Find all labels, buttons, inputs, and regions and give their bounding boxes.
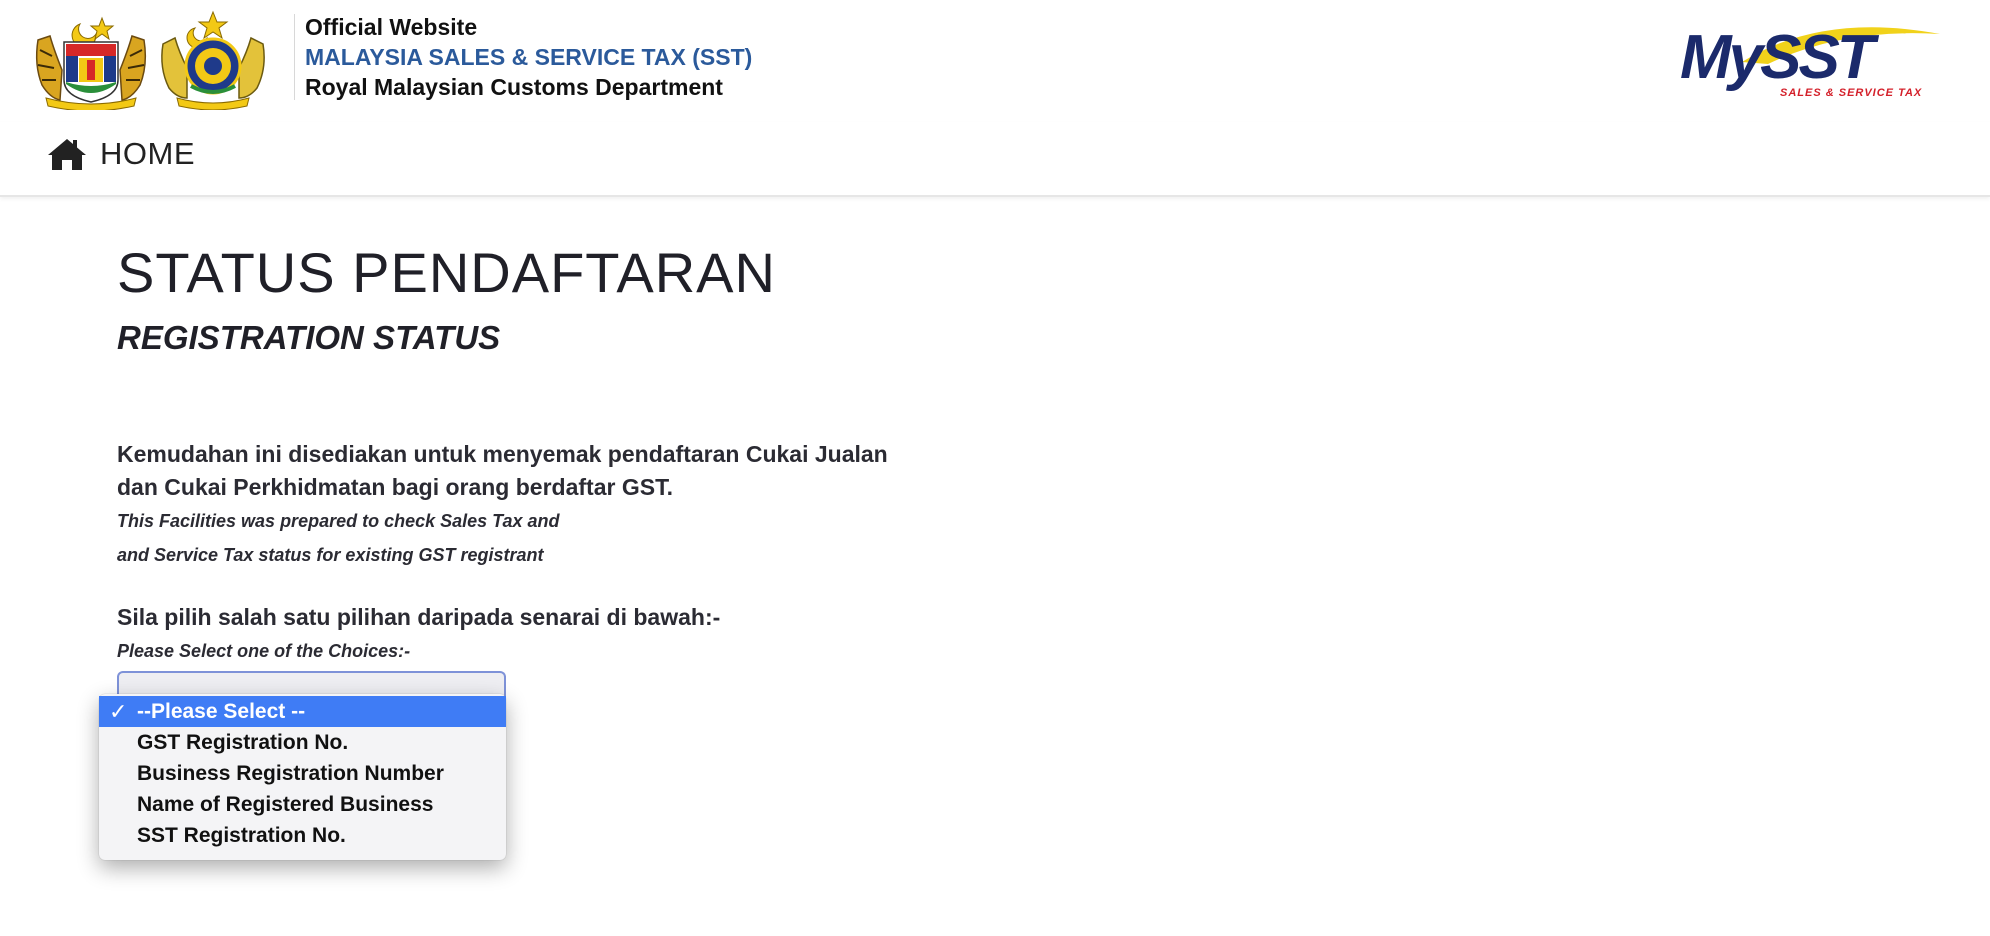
main-content: STATUS PENDAFTARAN REGISTRATION STATUS K… (117, 238, 1017, 668)
dropdown-option-label: --Please Select -- (137, 700, 306, 723)
dropdown-option-label: Name of Registered Business (137, 793, 434, 816)
description-english-line1: This Facilities was prepared to check Sa… (117, 511, 560, 531)
search-type-dropdown-list: ✓ --Please Select -- GST Registration No… (99, 694, 506, 860)
dropdown-option-please-select[interactable]: ✓ --Please Select -- (99, 696, 506, 727)
dropdown-option-sst-registration-no[interactable]: SST Registration No. (99, 820, 506, 851)
checkmark-icon: ✓ (109, 699, 128, 724)
page-subtitle: REGISTRATION STATUS (117, 319, 501, 356)
main-nav: HOME (0, 122, 1990, 197)
page-title: STATUS PENDAFTARAN (117, 241, 776, 304)
header-title-block: Official Website MALAYSIA SALES & SERVIC… (305, 12, 752, 102)
nav-home-label: HOME (100, 136, 195, 171)
header-department: Royal Malaysian Customs Department (305, 74, 723, 100)
dropdown-option-label: SST Registration No. (137, 824, 346, 847)
header-site-name: MALAYSIA SALES & SERVICE TAX (SST) (305, 44, 753, 70)
select-prompt-english: Please Select one of the Choices:- (117, 641, 411, 661)
customs-crest-icon (161, 10, 265, 110)
select-prompt-malay: Sila pilih salah satu pilihan daripada s… (117, 604, 721, 630)
dropdown-option-label: GST Registration No. (137, 731, 349, 754)
mysst-logo[interactable]: MySST SALES & SERVICE TAX (1672, 18, 1952, 100)
nav-home-link[interactable]: HOME (46, 136, 195, 172)
header-divider (294, 14, 295, 100)
mysst-logo-wordmark: MySST (1680, 23, 1880, 92)
malaysia-coat-of-arms-icon (35, 16, 147, 110)
dropdown-option-name-of-registered-business[interactable]: Name of Registered Business (99, 789, 506, 820)
mysst-logo-tagline: SALES & SERVICE TAX (1780, 87, 1922, 99)
dropdown-option-gst-registration-no[interactable]: GST Registration No. (99, 727, 506, 758)
header-official-website: Official Website (305, 14, 478, 40)
site-header: Official Website MALAYSIA SALES & SERVIC… (0, 0, 1990, 122)
description-malay: Kemudahan ini disediakan untuk menyemak … (117, 441, 888, 500)
description-english-line2: and Service Tax status for existing GST … (117, 545, 544, 565)
dropdown-option-label: Business Registration Number (137, 762, 444, 785)
home-icon (48, 139, 86, 170)
description-english: This Facilities was prepared to check Sa… (117, 504, 917, 572)
dropdown-option-business-registration-number[interactable]: Business Registration Number (99, 758, 506, 789)
